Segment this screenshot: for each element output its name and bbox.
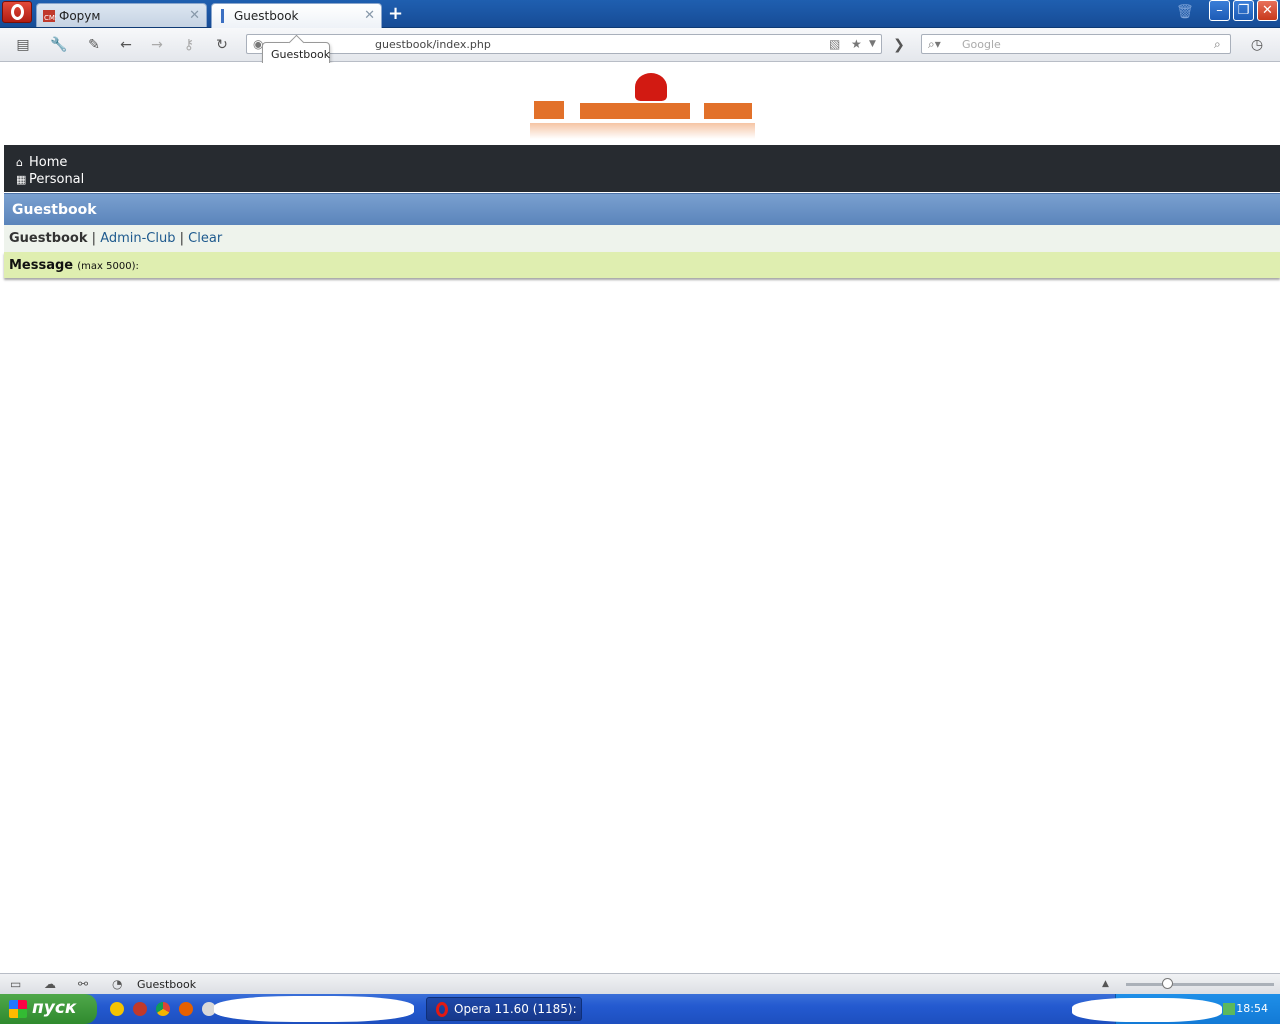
grid-icon: ▦: [16, 173, 27, 186]
section-header: Guestbook: [4, 193, 1280, 225]
current-section-label: Guestbook: [9, 231, 88, 246]
nav-item-home[interactable]: ⌂ Home: [16, 155, 67, 170]
new-tab-icon[interactable]: +: [388, 3, 403, 24]
home-icon: ⌂: [16, 156, 23, 169]
key-icon[interactable]: ⚷: [180, 36, 198, 54]
search-engine-icon[interactable]: ⌕▾: [928, 37, 941, 52]
svg-text:CMS: CMS: [44, 14, 56, 22]
cloud-icon[interactable]: ☁: [44, 977, 56, 991]
nav-label: Home: [29, 155, 68, 170]
tab-guestbook[interactable]: Guestbook ✕: [211, 3, 382, 28]
separator: |: [179, 231, 185, 246]
bookmark-star-icon[interactable]: ★: [851, 37, 862, 51]
browser-title-bar: CMS Форум ✕ Guestbook ✕ + 🗑 – ❐ ✕: [0, 0, 1280, 28]
chevron-up-icon[interactable]: ▲: [1102, 979, 1109, 989]
clock-icon[interactable]: ◷: [1248, 36, 1266, 54]
start-button[interactable]: пуск: [0, 994, 97, 1024]
nav-label: Personal: [29, 172, 85, 187]
opera-logo-icon: [436, 1002, 448, 1017]
redacted-area: [1072, 998, 1222, 1022]
chevron-right-icon[interactable]: ❯: [890, 36, 908, 54]
message-label: Message: [9, 258, 74, 273]
speed-dial-icon[interactable]: ◔: [112, 977, 122, 991]
wrench-icon[interactable]: 🔧: [50, 36, 68, 54]
cms-favicon-icon: CMS: [43, 10, 56, 22]
start-label: пуск: [32, 998, 77, 1018]
tab-forum[interactable]: CMS Форум ✕: [36, 3, 207, 27]
logo-reflection: [530, 123, 755, 139]
main-nav: ⌂ Home ▦ Personal: [4, 145, 1280, 192]
task-label: Opera 11.60 (1185): ...: [454, 1002, 577, 1024]
page-favicon-icon: [221, 9, 224, 23]
page-content: ⌂ Home ▦ Personal Guestbook Guestbook | Ad…: [4, 63, 1280, 973]
clear-link[interactable]: Clear: [188, 231, 222, 246]
quicklaunch-chrome-icon[interactable]: [156, 1002, 170, 1016]
windows-taskbar: пуск Opera 11.60 (1185): ... 18:54: [0, 994, 1280, 1024]
close-tab-icon[interactable]: ✕: [364, 8, 375, 23]
opera-logo-icon: [11, 4, 24, 20]
browser-toolbar: ▤ 🔧 ✎ ← → ⚷ ↻ ◉ guestbook/index.php ▧ ★ …: [0, 28, 1280, 62]
reload-icon[interactable]: ↻: [213, 36, 231, 54]
search-input[interactable]: ⌕▾ Google ⌕: [921, 34, 1231, 54]
redacted-area: [214, 996, 414, 1022]
quicklaunch-app-icon[interactable]: [133, 1002, 147, 1016]
trash-icon[interactable]: 🗑: [1176, 4, 1194, 20]
pen-icon[interactable]: ✎: [85, 36, 103, 54]
windows-flag-icon: [9, 1000, 27, 1018]
close-window-button[interactable]: ✕: [1257, 0, 1278, 21]
tab-label: Форум: [59, 9, 101, 23]
forward-arrow-icon[interactable]: →: [148, 36, 166, 54]
quicklaunch-avast-icon[interactable]: [110, 1002, 124, 1016]
address-bar[interactable]: ◉ guestbook/index.php ▧ ★ ▼: [246, 34, 882, 54]
nav-item-personal[interactable]: ▦ Personal: [16, 172, 84, 187]
site-logo[interactable]: [530, 71, 755, 141]
panel-toggle-icon[interactable]: ▤: [14, 36, 32, 54]
zoom-slider[interactable]: [1126, 978, 1274, 989]
message-hint: (max 5000):: [77, 261, 139, 272]
guestbook-links: Guestbook | Admin-Club | Clear: [4, 225, 1280, 252]
taskbar-opera-button[interactable]: Opera 11.60 (1185): ...: [426, 997, 582, 1024]
tray-clock: 18:54: [1236, 1002, 1268, 1015]
address-url: guestbook/index.php: [375, 38, 491, 51]
opera-menu-button[interactable]: [2, 1, 32, 23]
restore-button[interactable]: ❐: [1233, 0, 1254, 21]
page-title: Guestbook: [12, 202, 97, 218]
tab-label: Guestbook: [234, 9, 299, 23]
separator: |: [91, 231, 97, 246]
quicklaunch-firefox-icon[interactable]: [179, 1002, 193, 1016]
minimize-button[interactable]: –: [1209, 0, 1230, 21]
rss-icon[interactable]: ▧: [829, 37, 840, 51]
zoom-slider-knob[interactable]: [1162, 978, 1173, 989]
chevron-down-icon[interactable]: ▼: [869, 39, 876, 49]
browser-status-bar: ▭ ☁ ⚯ ◔ Guestbook ▲: [0, 973, 1280, 994]
panels-icon[interactable]: ▭: [10, 977, 21, 991]
share-icon[interactable]: ⚯: [78, 977, 88, 991]
back-arrow-icon[interactable]: ←: [117, 36, 135, 54]
search-placeholder: Google: [962, 38, 1001, 51]
close-tab-icon[interactable]: ✕: [189, 8, 200, 23]
search-icon[interactable]: ⌕: [1214, 37, 1221, 52]
status-page-title: Guestbook: [137, 978, 197, 991]
admin-club-link[interactable]: Admin-Club: [100, 231, 175, 246]
message-form-header: Message (max 5000):: [4, 252, 1280, 278]
tray-network-icon[interactable]: [1223, 1003, 1235, 1015]
